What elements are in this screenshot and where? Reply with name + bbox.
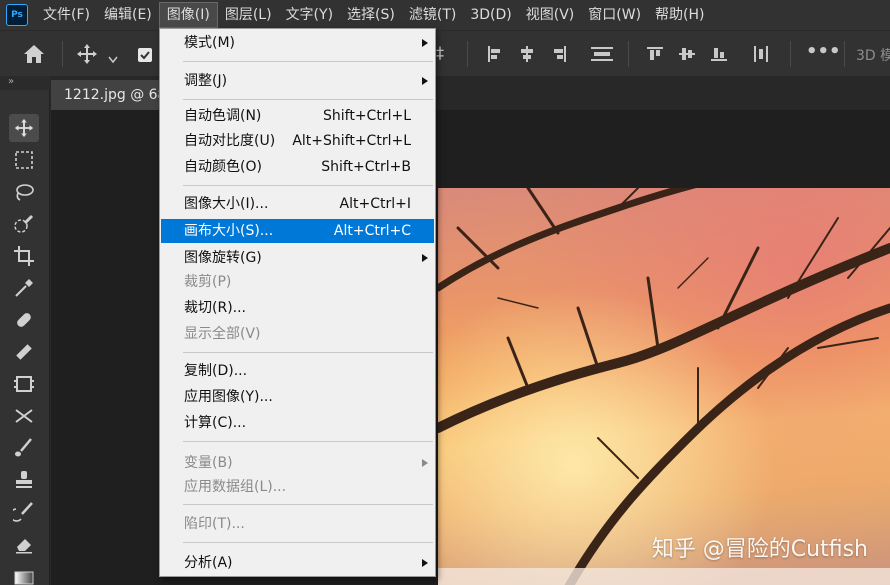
menu-image[interactable]: 图像(I) (158, 2, 218, 28)
menu-item-label: 陷印(T)... (184, 516, 245, 532)
photoshop-logo-icon: Ps (6, 4, 28, 26)
menu-item-label: 裁剪(P) (184, 274, 232, 290)
menu-3d[interactable]: 3D(D) (463, 2, 518, 28)
menu-item-label: 图像大小(I)... (184, 196, 269, 212)
image-menu-dropdown: 模式(M) 调整(J) 自动色调(N) Shift+Ctrl+L 自动对比度(U… (159, 28, 436, 577)
align-top-icon[interactable] (646, 45, 664, 67)
menu-select[interactable]: 选择(S) (340, 2, 402, 28)
history-brush-tool-icon[interactable] (9, 498, 39, 526)
menu-item-shortcut: Alt+Ctrl+I (339, 196, 411, 212)
menu-item-image-size[interactable]: 图像大小(I)... Alt+Ctrl+I (161, 192, 434, 216)
submenu-arrow-icon (422, 77, 428, 85)
submenu-arrow-icon (422, 559, 428, 567)
menu-item-adjustments[interactable]: 调整(J) (161, 69, 434, 93)
menu-item-trap: 陷印(T)... (161, 512, 434, 536)
menu-item-analysis[interactable]: 分析(A) (161, 551, 434, 575)
options-bar: ‡ ••• 3D 模 (0, 30, 890, 76)
align-vertical-center-icon[interactable] (678, 45, 696, 67)
tree-branches (438, 188, 890, 585)
menu-item-label: 复制(D)... (184, 363, 248, 379)
menu-item-shortcut: Alt+Shift+Ctrl+L (292, 133, 411, 149)
menu-item-apply-image[interactable]: 应用图像(Y)... (161, 385, 434, 409)
menu-item-crop: 裁剪(P) (161, 270, 434, 294)
align-left-icon[interactable] (486, 45, 504, 67)
3d-mode-label[interactable]: 3D 模 (856, 45, 890, 65)
distribute-icon[interactable] (590, 45, 614, 67)
menu-view[interactable]: 视图(V) (519, 2, 582, 28)
menu-item-image-rotation[interactable]: 图像旋转(G) (161, 246, 434, 270)
menu-item-label: 显示全部(V) (184, 326, 261, 342)
marquee-tool-icon[interactable] (9, 146, 39, 174)
auto-select-checkbox[interactable] (137, 47, 153, 67)
menu-filter[interactable]: 滤镜(T) (402, 2, 463, 28)
menu-window[interactable]: 窗口(W) (581, 2, 648, 28)
distribute-vertical-icon[interactable] (752, 45, 770, 67)
menu-item-shortcut: Alt+Ctrl+C (333, 223, 411, 239)
menu-item-mode[interactable]: 模式(M) (161, 31, 434, 55)
menu-item-label: 分析(A) (184, 555, 233, 571)
menu-item-shortcut: Shift+Ctrl+B (321, 159, 411, 175)
eraser-tool-icon[interactable] (9, 530, 39, 558)
transform-controls-icon[interactable]: ‡ (436, 43, 444, 62)
menu-item-label: 画布大小(S)... (184, 223, 274, 239)
quick-selection-tool-icon[interactable] (9, 210, 39, 238)
home-icon[interactable] (22, 43, 46, 69)
menu-item-label: 自动颜色(O) (184, 159, 262, 175)
gradient-tool-icon[interactable] (9, 564, 39, 585)
sunset-photo: 知乎 @冒险的Cutfish (438, 188, 890, 585)
submenu-arrow-icon (422, 39, 428, 47)
menu-item-auto-contrast[interactable]: 自动对比度(U) Alt+Shift+Ctrl+L (161, 129, 434, 153)
menu-item-label: 自动色调(N) (184, 108, 262, 124)
document-tab[interactable]: 1212.jpg @ 68 (51, 80, 171, 110)
menu-item-apply-data-set: 应用数据组(L)... (161, 475, 434, 499)
menu-item-label: 应用图像(Y)... (184, 389, 273, 405)
menu-item-label: 应用数据组(L)... (184, 479, 287, 495)
menu-item-label: 自动对比度(U) (184, 133, 276, 149)
menu-bar: Ps 文件(F) 编辑(E) 图像(I) 图层(L) 文字(Y) 选择(S) 滤… (0, 0, 890, 30)
menu-item-trim[interactable]: 裁切(R)... (161, 296, 434, 320)
menu-layer[interactable]: 图层(L) (218, 2, 279, 28)
align-right-icon[interactable] (550, 45, 568, 67)
menu-file[interactable]: 文件(F) (36, 2, 97, 28)
more-options-icon[interactable]: ••• (806, 41, 841, 62)
stamp-frame-tool-icon[interactable] (9, 370, 39, 398)
submenu-arrow-icon (422, 459, 428, 467)
menu-item-label: 变量(B) (184, 455, 233, 471)
menu-item-auto-color[interactable]: 自动颜色(O) Shift+Ctrl+B (161, 155, 434, 179)
menu-item-duplicate[interactable]: 复制(D)... (161, 359, 434, 383)
move-tool-preset-icon[interactable] (75, 43, 99, 69)
content-aware-move-icon[interactable] (9, 402, 39, 430)
menu-item-variables: 变量(B) (161, 451, 434, 475)
menu-help[interactable]: 帮助(H) (648, 2, 711, 28)
menu-item-label: 模式(M) (184, 35, 236, 51)
menu-edit[interactable]: 编辑(E) (97, 2, 159, 28)
menu-item-canvas-size[interactable]: 画布大小(S)... Alt+Ctrl+C (161, 219, 434, 243)
chevron-down-icon[interactable] (108, 49, 118, 68)
crop-tool-icon[interactable] (9, 242, 39, 270)
align-horizontal-center-icon[interactable] (518, 45, 536, 67)
menu-item-label: 计算(C)... (184, 415, 247, 431)
menu-item-calculations[interactable]: 计算(C)... (161, 411, 434, 435)
lasso-tool-icon[interactable] (9, 178, 39, 206)
brush-healing-icon[interactable] (9, 338, 39, 366)
watermark-text: 知乎 @冒险的Cutfish (651, 537, 868, 562)
submenu-arrow-icon (422, 254, 428, 262)
brush-tool-icon[interactable] (9, 434, 39, 462)
align-bottom-icon[interactable] (710, 45, 728, 67)
tools-panel (0, 90, 50, 585)
menu-item-shortcut: Shift+Ctrl+L (323, 108, 411, 124)
spot-healing-brush-icon[interactable] (9, 306, 39, 334)
menu-item-label: 调整(J) (184, 73, 228, 89)
tools-collapse-toggle[interactable]: » (0, 76, 50, 90)
menu-item-label: 图像旋转(G) (184, 250, 262, 266)
move-tool-icon[interactable] (9, 114, 39, 142)
clone-stamp-tool-icon[interactable] (9, 466, 39, 494)
menu-item-auto-tone[interactable]: 自动色调(N) Shift+Ctrl+L (161, 104, 434, 128)
menu-type[interactable]: 文字(Y) (279, 2, 340, 28)
menu-item-reveal-all: 显示全部(V) (161, 322, 434, 346)
menu-item-label: 裁切(R)... (184, 300, 247, 316)
eyedropper-tool-icon[interactable] (9, 274, 39, 302)
